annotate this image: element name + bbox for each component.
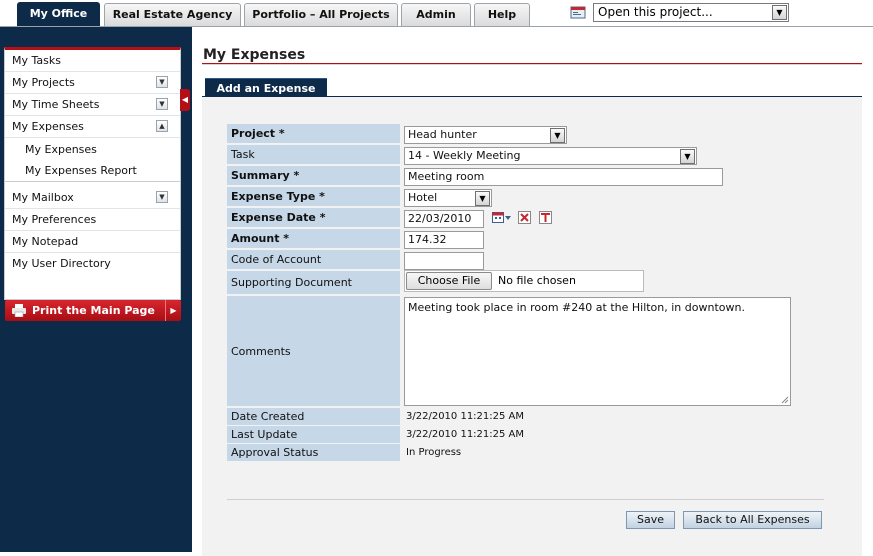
sidebar-item-label: My User Directory — [12, 257, 111, 270]
task-value: 14 - Weekly Meeting — [408, 149, 521, 162]
approval-status-value: In Progress — [406, 447, 462, 458]
save-button[interactable]: Save — [626, 511, 675, 529]
page-title: My Expenses — [203, 47, 306, 63]
sidebar-menu: My Tasks My Projects ▼ My Time Sheets ▼ … — [4, 47, 181, 300]
printer-icon — [12, 304, 26, 317]
sidebar-subitem-my-expenses-report[interactable]: My Expenses Report — [5, 160, 180, 182]
amount-label: Amount * — [227, 229, 400, 249]
expense-type-select[interactable]: Hotel ▼ — [404, 189, 492, 207]
expense-type-value: Hotel — [408, 191, 438, 204]
sidebar-item-my-preferences[interactable]: My Preferences — [5, 209, 180, 231]
form-divider — [227, 499, 824, 500]
code-of-account-input[interactable] — [404, 252, 484, 270]
chevron-right-icon: ▶ — [165, 300, 181, 321]
sidebar-item-label: My Expenses — [12, 120, 84, 133]
date-created-label: Date Created — [227, 408, 400, 426]
project-value: Head hunter — [408, 128, 477, 141]
sidebar-item-my-expenses[interactable]: My Expenses ▲ — [5, 116, 180, 138]
chevron-down-icon[interactable]: ▼ — [772, 5, 787, 20]
open-project-value: Open this project... — [598, 5, 713, 19]
sidebar: My Tasks My Projects ▼ My Time Sheets ▼ … — [0, 27, 192, 552]
chevron-down-icon[interactable]: ▼ — [156, 98, 168, 110]
sidebar-item-label: My Time Sheets — [12, 98, 100, 111]
tab-portfolio-all-projects[interactable]: Portfolio – All Projects — [244, 3, 398, 27]
project-icon — [570, 6, 586, 19]
tab-admin[interactable]: Admin — [401, 3, 471, 27]
title-divider — [202, 63, 862, 65]
comments-label: Comments — [227, 296, 400, 407]
chevron-down-icon[interactable]: ▼ — [550, 128, 565, 143]
no-file-text: No file chosen — [498, 274, 576, 287]
tab-real-estate-agency[interactable]: Real Estate Agency — [104, 3, 241, 27]
sidebar-item-my-mailbox[interactable]: My Mailbox ▼ — [5, 187, 180, 209]
chevron-up-icon[interactable]: ▲ — [156, 120, 168, 132]
supporting-document-file-field: Choose File No file chosen — [404, 270, 644, 292]
print-button-label: Print the Main Page — [32, 304, 155, 317]
chevron-down-icon[interactable]: ▼ — [156, 191, 168, 203]
comments-value: Meeting took place in room #240 at the H… — [408, 301, 745, 314]
sidebar-item-my-user-directory[interactable]: My User Directory — [5, 253, 180, 275]
calendar-icon[interactable] — [492, 211, 512, 224]
approval-status-label: Approval Status — [227, 444, 400, 462]
expense-form-panel: Project * Head hunter ▼ Task 14 - Weekly… — [202, 96, 862, 556]
chevron-down-icon[interactable]: ▼ — [475, 191, 490, 206]
sidebar-item-label: My Tasks — [12, 54, 61, 67]
top-tab-bar: My Office Real Estate Agency Portfolio –… — [0, 0, 873, 28]
sidebar-item-label: My Expenses Report — [25, 164, 137, 177]
expense-date-input[interactable]: 22/03/2010 — [404, 210, 484, 228]
tab-add-an-expense[interactable]: Add an Expense — [205, 78, 327, 97]
comments-textarea[interactable]: Meeting took place in room #240 at the H… — [404, 297, 791, 406]
supporting-document-label: Supporting Document — [227, 271, 400, 295]
sidebar-item-label: My Mailbox — [12, 191, 74, 204]
sidebar-item-label: My Preferences — [12, 213, 97, 226]
main-content: My Expenses Add an Expense Project * Hea… — [192, 27, 873, 556]
tab-help[interactable]: Help — [474, 3, 530, 27]
code-of-account-label: Code of Account — [227, 250, 400, 270]
back-to-all-expenses-button[interactable]: Back to All Expenses — [683, 511, 822, 529]
summary-input[interactable]: Meeting room — [404, 168, 723, 186]
open-project-select[interactable]: Open this project... ▼ — [593, 3, 789, 22]
choose-file-button[interactable]: Choose File — [406, 272, 492, 290]
sidebar-item-my-notepad[interactable]: My Notepad — [5, 231, 180, 253]
today-date-icon[interactable] — [539, 211, 552, 224]
chevron-down-icon[interactable]: ▼ — [156, 76, 168, 88]
chevron-down-icon[interactable]: ▼ — [680, 149, 695, 164]
date-created-value: 3/22/2010 11:21:25 AM — [406, 411, 525, 422]
task-label: Task — [227, 145, 400, 165]
task-select[interactable]: 14 - Weekly Meeting ▼ — [404, 147, 697, 165]
tab-my-office[interactable]: My Office — [17, 2, 100, 28]
summary-label: Summary * — [227, 166, 400, 186]
expense-date-label: Expense Date * — [227, 208, 400, 228]
sidebar-item-label: My Expenses — [25, 143, 97, 156]
last-update-label: Last Update — [227, 426, 400, 444]
print-main-page-button[interactable]: Print the Main Page ▶ — [5, 300, 181, 321]
project-select[interactable]: Head hunter ▼ — [404, 126, 567, 144]
last-update-value: 3/22/2010 11:21:25 AM — [406, 429, 525, 440]
collapse-sidebar-icon[interactable]: ◀ — [180, 89, 190, 111]
amount-input[interactable]: 174.32 — [404, 231, 484, 249]
open-project-control: Open this project... ▼ — [570, 3, 790, 23]
resize-grip-icon[interactable] — [781, 396, 789, 404]
project-label: Project * — [227, 124, 400, 144]
sidebar-item-my-time-sheets[interactable]: My Time Sheets ▼ — [5, 94, 180, 116]
clear-date-icon[interactable] — [518, 211, 531, 224]
sidebar-item-my-projects[interactable]: My Projects ▼ — [5, 72, 180, 94]
sidebar-item-label: My Projects — [12, 76, 75, 89]
sidebar-subitem-my-expenses[interactable]: My Expenses — [5, 139, 180, 161]
sidebar-item-label: My Notepad — [12, 235, 79, 248]
expense-type-label: Expense Type * — [227, 187, 400, 207]
sidebar-item-my-tasks[interactable]: My Tasks — [5, 50, 180, 72]
